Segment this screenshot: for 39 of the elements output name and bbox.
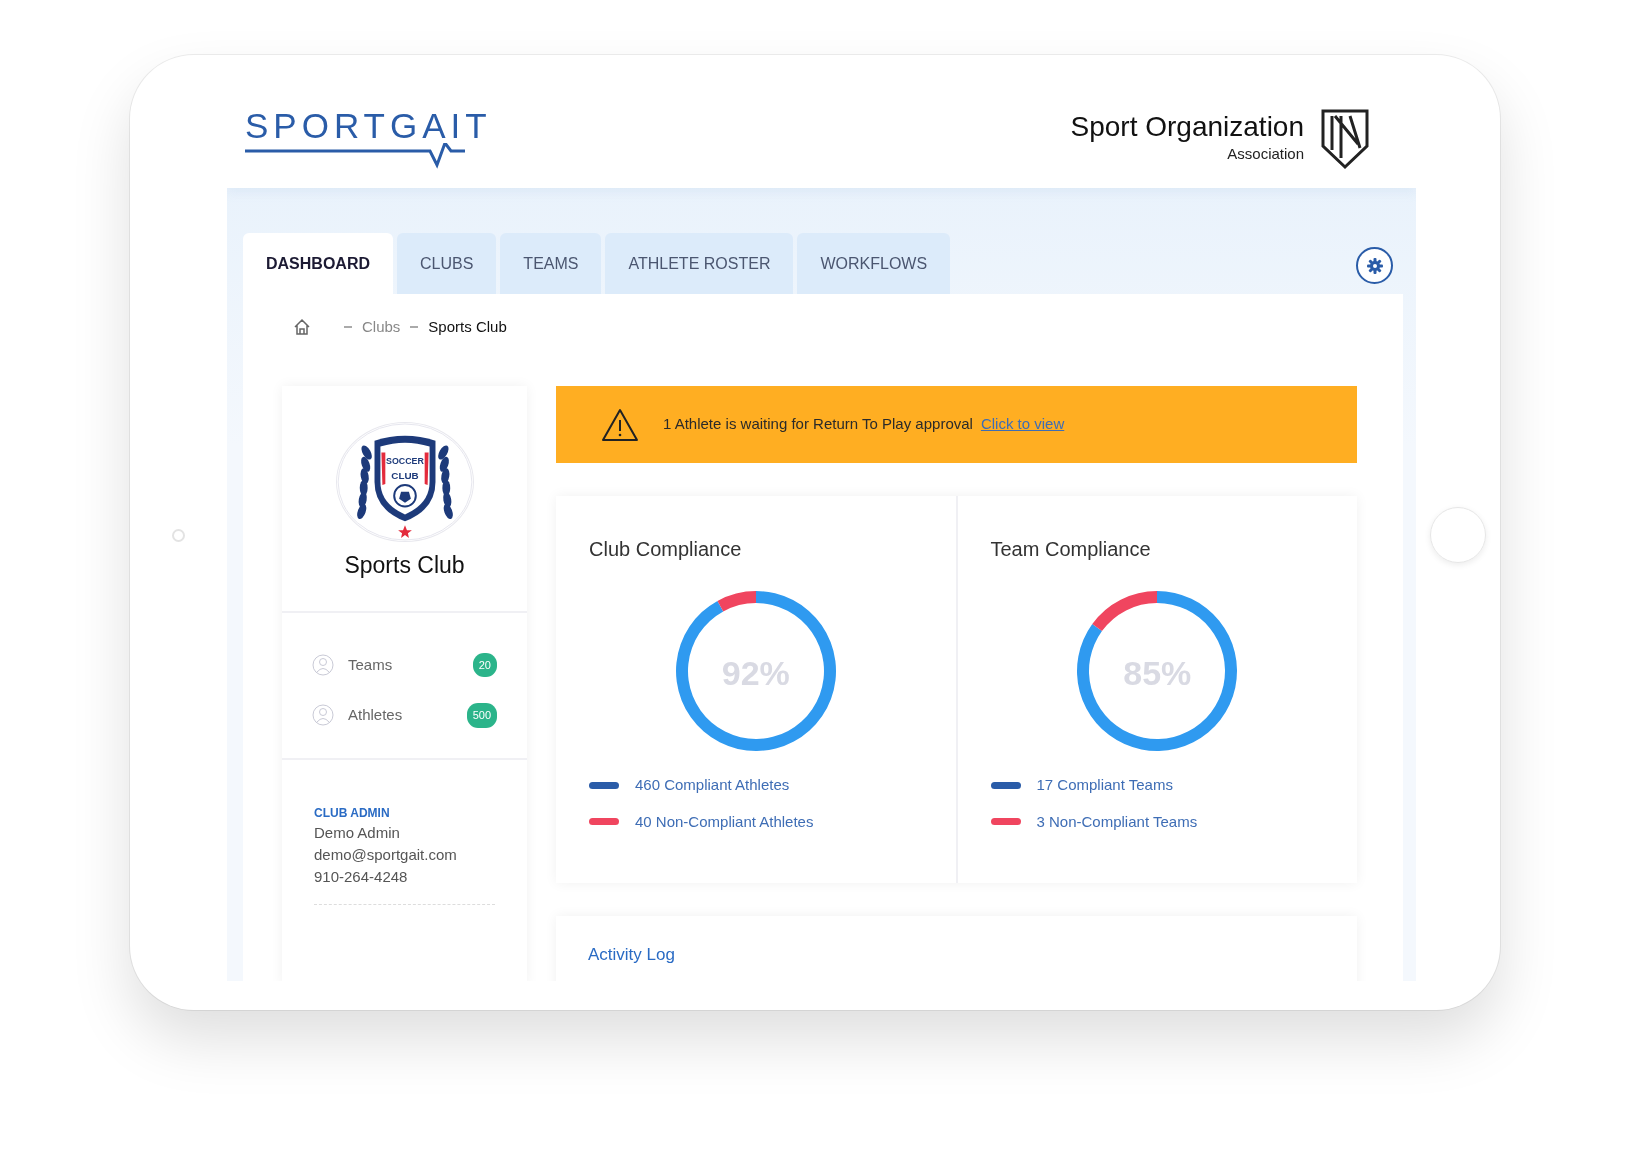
- alert-message: 1 Athlete is waiting for Return To Play approval: [663, 415, 973, 433]
- stat-label: Athletes: [348, 705, 404, 725]
- home-icon: [292, 317, 312, 337]
- settings-icon: [1366, 257, 1383, 274]
- nav-tab[interactable]: TEAMS: [500, 233, 602, 294]
- activity-log-title: Activity Log: [588, 944, 676, 966]
- admin-name: Demo Admin: [314, 822, 401, 843]
- settings-button[interactable]: [1356, 247, 1393, 284]
- legend-label: 460 Compliant Athletes: [635, 775, 790, 795]
- admin-heading: CLUB ADMIN: [314, 804, 391, 822]
- logo-text: SPORTGAIT: [245, 108, 492, 143]
- count-badge: 20: [472, 652, 497, 677]
- chart-title: Club Compliance: [589, 537, 743, 562]
- separator-dash-icon: [410, 326, 419, 328]
- person-circle-icon: [312, 704, 334, 727]
- pulse-line-icon: [245, 143, 465, 169]
- nav-tab[interactable]: ATHLETE ROSTER: [605, 233, 794, 294]
- club-crest-drawing: SOCCER CLUB: [335, 422, 474, 542]
- nav-tab[interactable]: CLUBS: [397, 233, 497, 294]
- legend-label: 40 Non-Compliant Athletes: [635, 811, 814, 832]
- legend-label: 17 Compliant Teams: [1036, 775, 1173, 795]
- org-name: Sport Organization: [1070, 111, 1304, 143]
- separator-dash-icon: [344, 326, 352, 328]
- nav-tab[interactable]: DASHBOARD: [243, 233, 393, 294]
- person-circle-icon: [312, 653, 334, 676]
- chart-title: Team Compliance: [990, 537, 1152, 562]
- shield-stripes-icon: [1320, 107, 1370, 170]
- club-name: Sports Club: [343, 551, 466, 580]
- camera-dot: [172, 528, 185, 542]
- legend-label: 3 Non-Compliant Teams: [1036, 811, 1198, 832]
- nav-tab[interactable]: WORKFLOWS: [797, 233, 951, 294]
- stat-label: Teams: [348, 654, 394, 675]
- breadcrumb-current: Sports Club: [428, 316, 507, 337]
- warning-icon: [601, 407, 639, 442]
- count-badge: 500: [466, 703, 497, 728]
- org-subtitle: Association: [1226, 143, 1304, 164]
- breadcrumb-link[interactable]: Clubs: [362, 315, 401, 339]
- admin-phone: 910-264-4248: [314, 866, 409, 887]
- admin-email: demo@sportgait.com: [314, 844, 458, 865]
